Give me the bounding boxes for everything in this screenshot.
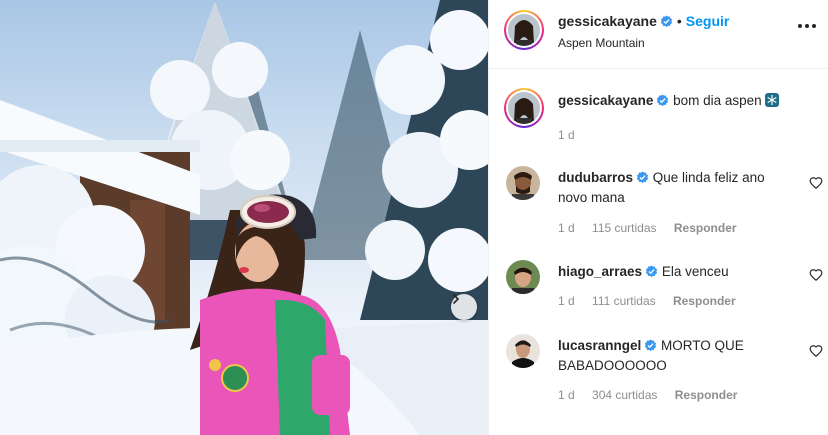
author-username[interactable]: gessicakayane [558,13,657,29]
author-avatar-image [508,14,540,46]
commenter-avatar-image [506,334,540,368]
caption-time[interactable]: 1 d [558,128,575,142]
comment-body: Ela venceu [661,264,729,279]
comment-time[interactable]: 1 d [558,221,575,235]
verified-badge-icon [636,171,649,184]
author-avatar[interactable] [504,10,544,50]
more-options-icon[interactable] [798,24,816,28]
comment-text: dudubarros Que linda feliz ano novo mana [558,168,790,208]
reply-button[interactable]: Responder [675,388,738,402]
comment-likes[interactable]: 115 curtidas [592,221,656,235]
snow-scene-image [0,0,488,435]
chevron-right-icon [453,294,460,304]
commenter-avatar[interactable] [506,334,540,368]
post-header: gessicakayane • Seguir Aspen Mountain [489,0,828,69]
caption-body: bom dia aspen [673,93,762,108]
comment-text: hiago_arraes Ela venceu [558,262,790,282]
location-link[interactable]: Aspen Mountain [558,36,645,50]
verified-badge-icon [660,15,673,28]
verified-badge-icon [644,339,657,352]
post-photo[interactable] [0,0,488,435]
caption-username[interactable]: gessicakayane [558,93,653,108]
comment-time[interactable]: 1 d [558,294,575,308]
header-title-row: gessicakayane • Seguir [558,13,729,29]
comment-meta: 1 d 304 curtidas Responder [558,388,751,402]
like-heart-icon[interactable] [809,268,823,282]
caption-meta: 1 d [558,128,589,142]
like-heart-icon[interactable] [809,176,823,190]
commenter-avatar-image [506,260,540,294]
comment-username[interactable]: dudubarros [558,170,633,185]
caption-avatar[interactable] [504,88,544,128]
comment-username[interactable]: lucasranngel [558,338,641,353]
comment-text: lucasranngel MORTO QUE BABADOOOOOO [558,336,790,376]
reply-button[interactable]: Responder [674,221,737,235]
commenter-avatar[interactable] [506,260,540,294]
comment-username[interactable]: hiago_arraes [558,264,642,279]
commenter-avatar-image [506,166,540,200]
comment-likes[interactable]: 111 curtidas [592,294,656,308]
verified-badge-icon [645,265,658,278]
post-side-panel: gessicakayane • Seguir Aspen Mountain ge… [488,0,828,435]
caption-text: gessicakayane bom dia aspen [558,91,790,111]
comment-likes[interactable]: 304 curtidas [592,388,657,402]
follow-button[interactable]: Seguir [686,13,730,29]
comment-meta: 1 d 115 curtidas Responder [558,221,751,235]
comment-meta: 1 d 111 curtidas Responder [558,294,750,308]
commenter-avatar[interactable] [506,166,540,200]
separator-dot: • [676,13,682,29]
comment-time[interactable]: 1 d [558,388,575,402]
reply-button[interactable]: Responder [673,294,736,308]
next-photo-button[interactable] [451,294,477,320]
snowflake-icon [765,93,780,107]
like-heart-icon[interactable] [809,344,823,358]
caption-avatar-image [508,92,540,124]
verified-badge-icon [656,94,669,107]
